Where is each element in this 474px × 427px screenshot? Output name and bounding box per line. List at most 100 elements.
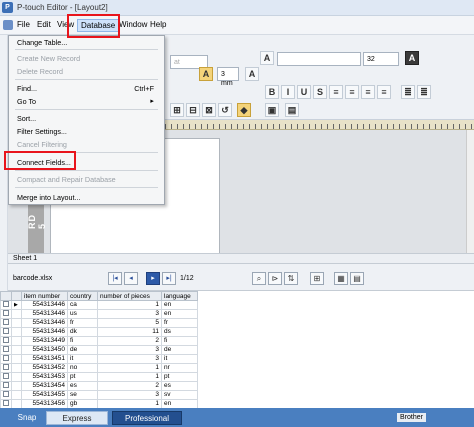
row-selector[interactable] — [11, 390, 22, 400]
row-selector[interactable] — [11, 318, 22, 328]
sheet-tab[interactable]: Sheet 1 — [13, 255, 37, 262]
table-cell[interactable]: it — [161, 354, 198, 364]
align-center-icon[interactable]: ≡ — [345, 85, 359, 99]
row-selector[interactable] — [11, 381, 22, 391]
row-checkbox[interactable] — [3, 328, 9, 335]
table-cell[interactable]: 1 — [97, 372, 162, 382]
table-cell[interactable]: 554313450 — [21, 345, 68, 355]
row-checkbox[interactable] — [3, 373, 9, 380]
table-row[interactable]: 554313450 de 3 de — [0, 345, 198, 355]
back-icon[interactable]: ⊠ — [202, 103, 216, 117]
search-icon[interactable]: ⌕ — [252, 272, 266, 285]
table-cell[interactable]: no — [67, 363, 98, 373]
menu-create-new-record[interactable]: Create New Record — [17, 54, 80, 63]
strikethrough-button[interactable]: S — [313, 85, 327, 99]
menu-find[interactable]: Find... — [17, 84, 37, 93]
table-cell[interactable]: sv — [161, 390, 198, 400]
table-cell[interactable]: ca — [67, 300, 98, 310]
text-style-icon[interactable]: A — [260, 51, 274, 65]
table-view-icon[interactable]: ▦ — [334, 272, 348, 285]
table-row[interactable]: 554313453 pt 1 pt — [0, 372, 198, 382]
arrange-icon[interactable]: ⊞ — [170, 103, 184, 117]
length-input[interactable]: 3 mm — [217, 67, 239, 87]
table-cell[interactable]: 554313446 — [21, 327, 68, 337]
table-cell[interactable]: se — [67, 390, 98, 400]
table-row[interactable]: 554313446 fr 5 fr — [0, 318, 198, 328]
table-cell[interactable]: us — [67, 309, 98, 319]
express-mode-button[interactable]: Express — [46, 411, 108, 425]
table-cell[interactable]: en — [161, 309, 198, 319]
menu-go-to[interactable]: Go To — [17, 97, 36, 106]
text-tool-icon[interactable]: A — [405, 51, 419, 65]
table-cell[interactable]: gb — [67, 399, 98, 408]
justify-icon[interactable]: ≡ — [377, 85, 391, 99]
menu-delete-record[interactable]: Delete Record — [17, 67, 63, 76]
table-cell[interactable]: 2 — [97, 336, 162, 346]
table-cell[interactable]: pt — [67, 372, 98, 382]
vertical-scrollbar[interactable] — [466, 130, 474, 253]
row-checkbox[interactable] — [3, 337, 9, 344]
table-row[interactable]: 554313449 fi 2 fi — [0, 336, 198, 346]
column-header[interactable]: item number — [21, 291, 68, 301]
previous-record-button[interactable]: ◂ — [124, 272, 138, 285]
underline-button[interactable]: U — [297, 85, 311, 99]
row-selector[interactable] — [11, 354, 22, 364]
table-cell[interactable]: fi — [161, 336, 198, 346]
italic-button[interactable]: I — [281, 85, 295, 99]
object-icon[interactable]: ◆ — [237, 103, 251, 117]
table-cell[interactable]: 3 — [97, 345, 162, 355]
table-cell[interactable]: 554313456 — [21, 399, 68, 408]
table-cell[interactable]: fr — [67, 318, 98, 328]
table-row[interactable]: ▶ 554313446 ca 1 en — [0, 300, 198, 310]
row-selector[interactable] — [11, 399, 22, 408]
table-cell[interactable]: 554313446 — [21, 300, 68, 310]
row-checkbox[interactable] — [3, 301, 9, 308]
table-cell[interactable]: 554313446 — [21, 318, 68, 328]
row-checkbox[interactable] — [3, 319, 9, 326]
column-header[interactable]: country — [67, 291, 98, 301]
table-cell[interactable]: 5 — [97, 318, 162, 328]
front-icon[interactable]: ⊟ — [186, 103, 200, 117]
table-cell[interactable]: 554313455 — [21, 390, 68, 400]
row-checkbox[interactable] — [3, 400, 9, 407]
font-size-up-icon[interactable]: A — [245, 67, 259, 81]
form-view-icon[interactable]: ▤ — [350, 272, 364, 285]
table-cell[interactable]: 554313453 — [21, 372, 68, 382]
table-cell[interactable]: fr — [161, 318, 198, 328]
table-cell[interactable]: en — [161, 300, 198, 310]
column-header[interactable]: number of pieces — [97, 291, 162, 301]
table-cell[interactable]: es — [161, 381, 198, 391]
row-checkbox[interactable] — [3, 364, 9, 371]
table-cell[interactable]: de — [67, 345, 98, 355]
spacing-icon[interactable]: ≣ — [417, 85, 431, 99]
menu-compact-repair[interactable]: Compact and Repair Database — [17, 175, 116, 184]
table-cell[interactable]: it — [67, 354, 98, 364]
table-cell[interactable]: 554313446 — [21, 309, 68, 319]
vertical-align-icon[interactable]: ≣ — [401, 85, 415, 99]
next-record-button[interactable]: ▸ — [146, 272, 160, 285]
table-row[interactable]: 554313454 es 2 es — [0, 381, 198, 391]
menu-filter-settings[interactable]: Filter Settings... — [17, 127, 67, 136]
table-cell[interactable]: 554313454 — [21, 381, 68, 391]
app-menu-icon[interactable] — [3, 20, 13, 30]
font-size-dropdown[interactable]: 32 — [363, 52, 399, 66]
row-checkbox[interactable] — [3, 346, 9, 353]
menu-sort[interactable]: Sort... — [17, 114, 36, 123]
table-cell[interactable]: 3 — [97, 354, 162, 364]
align-right-icon[interactable]: ≡ — [361, 85, 375, 99]
align-left-icon[interactable]: ≡ — [329, 85, 343, 99]
add-record-icon[interactable]: ⊞ — [310, 272, 324, 285]
table-row[interactable]: 554313446 us 3 en — [0, 309, 198, 319]
row-checkbox[interactable] — [3, 391, 9, 398]
table-cell[interactable]: 1 — [97, 363, 162, 373]
rotate-icon[interactable]: ↺ — [218, 103, 232, 117]
bold-button[interactable]: B — [265, 85, 279, 99]
sort-icon[interactable]: ⇅ — [284, 272, 298, 285]
row-selector[interactable] — [11, 372, 22, 382]
menu-help[interactable]: Help — [150, 20, 166, 29]
last-record-button[interactable]: ▸| — [162, 272, 176, 285]
align-objects-icon[interactable]: ▤ — [285, 103, 299, 117]
table-row[interactable]: 554313456 gb 1 en — [0, 399, 198, 408]
menu-cancel-filtering[interactable]: Cancel Filtering — [17, 140, 67, 149]
column-header[interactable]: language — [161, 291, 198, 301]
